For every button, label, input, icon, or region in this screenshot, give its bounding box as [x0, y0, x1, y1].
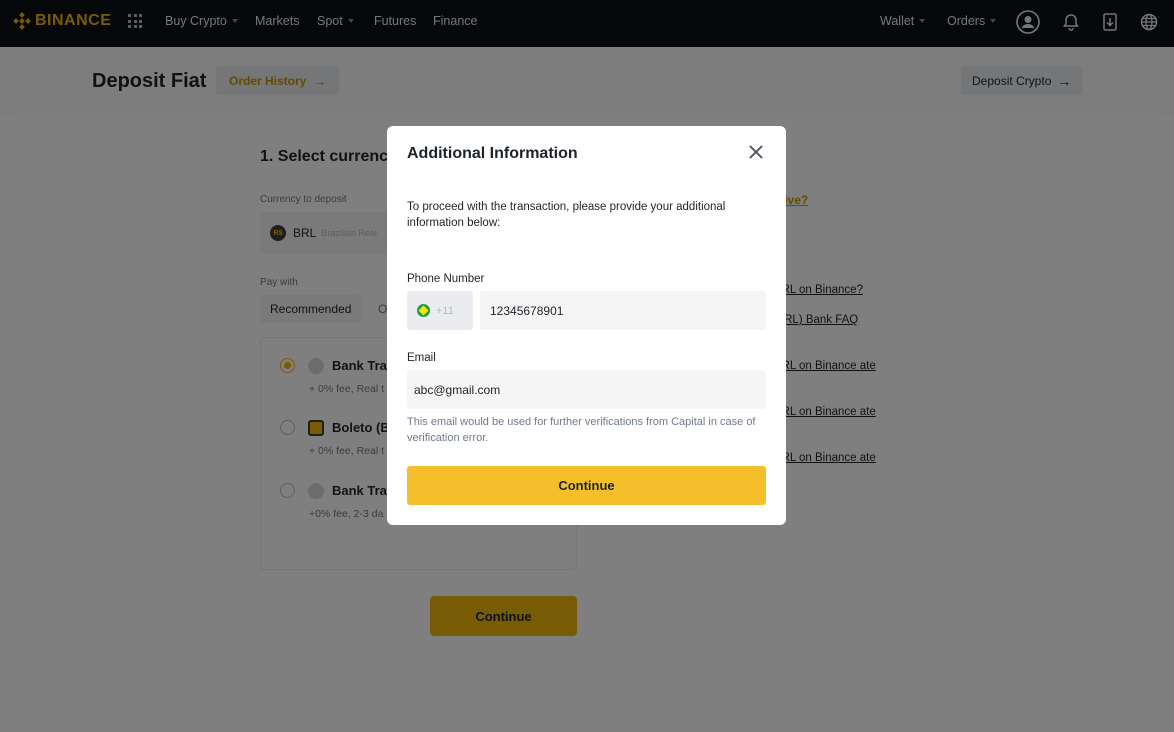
phone-input[interactable]: 12345678901: [480, 291, 766, 330]
modal-title: Additional Information: [407, 145, 578, 162]
modal-continue-button[interactable]: Continue: [407, 466, 766, 505]
brazil-flag-icon: [417, 304, 430, 317]
modal-description: To proceed with the transaction, please …: [407, 201, 726, 229]
close-icon[interactable]: [746, 142, 766, 162]
additional-info-modal: Additional Information To proceed with t…: [387, 126, 786, 525]
country-code-select[interactable]: +11: [407, 291, 473, 330]
email-input[interactable]: abc@gmail.com: [407, 370, 766, 409]
email-hint: This email would be used for further ver…: [407, 416, 756, 444]
email-label: Email: [407, 352, 436, 364]
phone-label: Phone Number: [407, 273, 485, 285]
country-code: +11: [436, 304, 454, 317]
